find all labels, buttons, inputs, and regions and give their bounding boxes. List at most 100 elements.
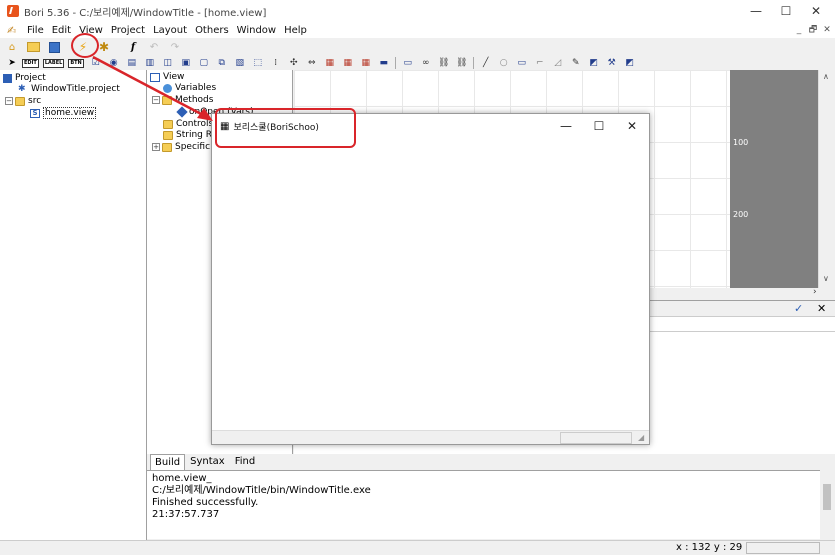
menu-edit[interactable]: Edit bbox=[52, 25, 71, 36]
check-icon[interactable]: ✓ bbox=[794, 302, 803, 315]
polygon-icon[interactable]: ◿ bbox=[552, 58, 564, 69]
tools-icon[interactable]: ⚒ bbox=[606, 58, 618, 69]
tree-label: Variables bbox=[175, 83, 217, 93]
minimize-button[interactable]: — bbox=[741, 0, 771, 22]
slider-v-icon[interactable]: ⁞ bbox=[270, 58, 282, 69]
toolbar-separator bbox=[472, 57, 474, 69]
running-app-window[interactable]: ▦ 보리스쿨(BoriSchoo) — ☐ ✕ ◢ bbox=[211, 113, 650, 445]
run-minimize-button[interactable]: — bbox=[549, 114, 583, 138]
folder-icon bbox=[163, 119, 173, 129]
scrollbar-icon[interactable]: ◫ bbox=[162, 58, 174, 69]
menu-file[interactable]: File bbox=[27, 25, 44, 36]
checkbox-icon[interactable]: ☑ bbox=[90, 58, 102, 69]
sheet-icon[interactable]: ▦ bbox=[360, 58, 372, 69]
design-vertical-scrollbar[interactable]: ∧ ∨ bbox=[818, 70, 835, 288]
unlink-icon[interactable]: ⛓ bbox=[456, 58, 468, 69]
scroll-down-icon[interactable]: ∨ bbox=[823, 274, 829, 283]
run-close-button[interactable]: ✕ bbox=[615, 114, 649, 138]
pointer-icon[interactable]: ➤ bbox=[6, 58, 18, 69]
status-panel bbox=[746, 542, 820, 554]
panel-icon[interactable]: ▢ bbox=[198, 58, 210, 69]
line-icon[interactable]: ╱ bbox=[480, 58, 492, 69]
rectangle-icon[interactable]: ▭ bbox=[516, 58, 528, 69]
function-icon[interactable]: f bbox=[124, 40, 142, 54]
splitter-h-icon[interactable]: ⇔ bbox=[306, 58, 318, 69]
run-maximize-button[interactable]: ☐ bbox=[582, 114, 616, 138]
scroll-up-icon[interactable]: ∧ bbox=[823, 72, 829, 81]
button-control-button[interactable]: BTN bbox=[68, 58, 84, 68]
mdi-restore-button[interactable]: 🗗 bbox=[808, 25, 818, 35]
run-window-statusbar: ◢ bbox=[212, 430, 649, 444]
group-icon[interactable]: ⧉ bbox=[216, 58, 228, 69]
tab-syntax[interactable]: Syntax bbox=[185, 453, 230, 470]
tab-control-icon[interactable]: ▣ bbox=[180, 58, 192, 69]
tree-string-res[interactable]: String Re bbox=[163, 129, 217, 141]
tree-methods[interactable]: − Methods bbox=[152, 94, 213, 106]
collapse-icon[interactable]: − bbox=[152, 96, 160, 104]
tree-label: Project bbox=[15, 73, 46, 83]
close-button[interactable]: ✕ bbox=[801, 0, 831, 22]
radio-icon[interactable]: ◉ bbox=[108, 58, 120, 69]
close-panel-icon[interactable]: ✕ bbox=[817, 302, 826, 315]
mdi-close-button[interactable]: ✕ bbox=[822, 25, 832, 35]
expand-icon[interactable]: + bbox=[152, 143, 160, 151]
tree-src-folder[interactable]: − src bbox=[5, 95, 41, 107]
tree-home-view[interactable]: S home.view bbox=[30, 107, 97, 119]
resize-grip-icon[interactable]: ◢ bbox=[638, 433, 648, 443]
collapse-icon[interactable]: − bbox=[5, 97, 13, 105]
tree-specific[interactable]: + Specific bbox=[152, 141, 210, 153]
menu-app-icon: ✍ bbox=[7, 23, 17, 37]
undo-icon[interactable]: ↶ bbox=[145, 40, 163, 54]
redo-icon[interactable]: ↷ bbox=[166, 40, 184, 54]
new-project-icon[interactable]: ⌂ bbox=[3, 40, 21, 54]
menu-layout[interactable]: Layout bbox=[153, 25, 187, 36]
frame-icon[interactable]: ⬚ bbox=[252, 58, 264, 69]
table-icon[interactable]: ▦ bbox=[324, 58, 336, 69]
folder-icon bbox=[162, 95, 172, 105]
menu-project[interactable]: Project bbox=[111, 25, 145, 36]
splitter-icon[interactable]: ✣ bbox=[288, 58, 300, 69]
folder-icon bbox=[15, 96, 25, 106]
menu-others[interactable]: Others bbox=[195, 25, 229, 36]
polyline-icon[interactable]: ⌐ bbox=[534, 58, 546, 69]
save-icon[interactable] bbox=[45, 40, 63, 54]
tree-variables[interactable]: Variables bbox=[163, 82, 216, 94]
tree-label: src bbox=[28, 96, 42, 106]
app-logo-icon bbox=[7, 5, 19, 17]
pick-icon[interactable]: ◩ bbox=[588, 58, 600, 69]
menu-window[interactable]: Window bbox=[237, 25, 276, 36]
output-line: home.view_ bbox=[152, 473, 212, 484]
image-icon[interactable]: ▧ bbox=[234, 58, 246, 69]
annotation-rectangle bbox=[215, 108, 356, 148]
grid-icon[interactable]: ▦ bbox=[342, 58, 354, 69]
scroll-right-icon[interactable]: › bbox=[813, 287, 817, 297]
method-icon bbox=[176, 106, 188, 118]
tree-project-file[interactable]: ✱ WindowTitle.project bbox=[18, 83, 120, 95]
listbox-icon[interactable]: ▤ bbox=[126, 58, 138, 69]
label-control-button[interactable]: LABEL bbox=[42, 58, 65, 68]
tab-find[interactable]: Find bbox=[230, 453, 261, 470]
maximize-button[interactable]: ☐ bbox=[771, 0, 801, 22]
mdi-minimize-button[interactable]: _ bbox=[794, 25, 804, 35]
output-scrollbar[interactable] bbox=[820, 470, 835, 539]
menu-bar: ✍ File Edit View Project Layout Others W… bbox=[0, 22, 835, 38]
menu-control-icon[interactable]: ▭ bbox=[402, 58, 414, 69]
link-icon[interactable]: ∞ bbox=[420, 58, 432, 69]
cursor-coordinates: x : 132 y : 29 bbox=[676, 542, 743, 553]
web-icon[interactable]: ▬ bbox=[378, 58, 390, 69]
project-panel: Project ✱ WindowTitle.project − src S ho… bbox=[0, 70, 147, 540]
tab-build[interactable]: Build bbox=[150, 454, 186, 470]
edit-control-button[interactable]: EDIT bbox=[22, 58, 39, 68]
pen-icon[interactable]: ✎ bbox=[570, 58, 582, 69]
scroll-thumb[interactable] bbox=[823, 484, 831, 510]
select-tool-icon[interactable]: ◩ bbox=[624, 58, 636, 69]
chain-icon[interactable]: ⛓ bbox=[438, 58, 450, 69]
run-window-client-area bbox=[212, 138, 649, 430]
title-bar: Bori 5.36 - C:/보리예제/WindowTitle - [home.… bbox=[0, 0, 835, 22]
combobox-icon[interactable]: ▥ bbox=[144, 58, 156, 69]
tree-label: Specific bbox=[175, 142, 211, 152]
menu-help[interactable]: Help bbox=[284, 25, 307, 36]
ellipse-icon[interactable]: ○ bbox=[498, 58, 510, 69]
variables-icon bbox=[163, 83, 172, 93]
open-folder-icon[interactable] bbox=[24, 40, 42, 54]
